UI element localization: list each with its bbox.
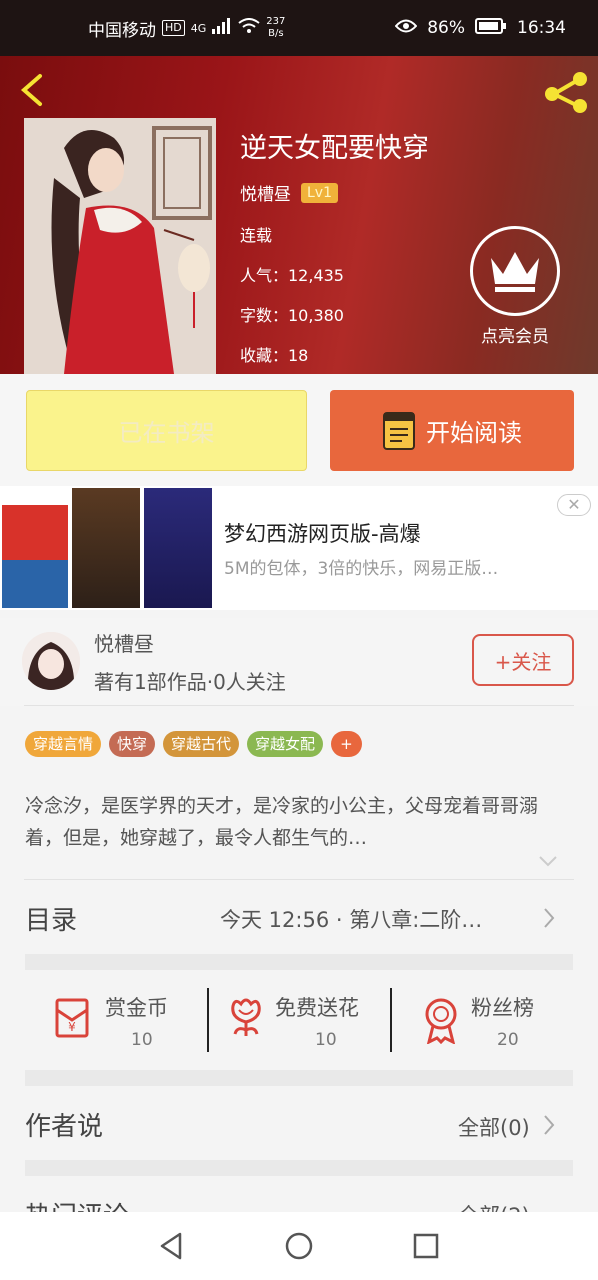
reward-count: 10 [315,1030,337,1050]
ad-image-2 [72,488,140,608]
popularity: 人气：12,435 [240,266,344,285]
reward-label: 免费送花 [275,996,359,1020]
ad-title: 梦幻西游网页版-高爆 [224,522,421,546]
reward-count: 10 [131,1030,153,1050]
tag-list: 穿越言情 快穿 穿越古代 穿越女配 + [25,731,362,757]
vip-label: 点亮会员 [481,327,549,347]
system-nav-bar [0,1212,598,1280]
book-title: 逆天女配要快穿 [240,133,429,164]
ad-image-1 [2,488,68,608]
net-speed: 237 B/s [266,16,286,39]
author-card: 悦槽昼 著有1部作品·0人关注 +关注 [0,618,598,706]
rewards-row: ¥ 赏金币 10 免费送花 10 粉丝榜 20 [25,986,573,1056]
ad-banner[interactable]: 梦幻西游网页版-高爆 5M的包体，3倍的快乐，网易正版… ✕ [0,486,598,610]
battery-icon [475,17,507,39]
latest-chapter: 今天 12:56 · 第八章:二阶… [220,908,483,932]
start-reading-button[interactable]: 开始阅读 [330,390,574,471]
status-bar: 中国移动 HD 4G 237 B/s 86% 16:34 [0,0,598,56]
signal-icon [212,17,232,39]
divider [24,705,574,706]
tag-item[interactable]: 穿越古代 [163,731,240,757]
reward-count: 20 [497,1030,519,1050]
add-tag-button[interactable]: + [331,731,362,757]
vip-button[interactable]: 点亮会员 [468,226,562,347]
level-badge: Lv1 [301,182,338,203]
divider [24,879,574,880]
share-icon [545,72,587,113]
flower-icon [231,998,261,1036]
section-separator [25,1070,573,1086]
in-shelf-label: 已在书架 [118,419,215,447]
section-separator [25,1160,573,1176]
synopsis: 冷念汐，是医学界的天才，是冷家的小公主，父母宠着哥哥溺着，但是，她穿越了，最令人… [25,795,539,849]
back-button[interactable] [14,70,50,110]
home-nav-icon[interactable] [285,1232,313,1260]
tag-item[interactable]: 快穿 [109,731,156,757]
author-card-name: 悦槽昼 [94,632,154,656]
clock: 16:34 [517,18,566,38]
action-bar: 已在书架 开始阅读 [0,374,598,486]
share-button[interactable] [540,68,592,116]
reward-flower[interactable]: 免费送花 10 [211,986,389,1056]
author-says-label: 作者说 [25,1112,104,1142]
reward-label: 粉丝榜 [471,996,534,1020]
favorites-count: 收藏：18 [240,346,309,365]
battery-percent: 86% [427,18,465,38]
reward-fans[interactable]: 粉丝榜 20 [395,986,573,1056]
chevron-right-icon [544,908,555,928]
book-cover[interactable] [24,118,216,374]
word-count: 字数：10,380 [240,306,344,325]
start-reading-label: 开始阅读 [426,419,522,447]
book-header: 逆天女配要快穿 悦槽昼 Lv1 连载 人气：12,435 字数：10,380 收… [0,56,598,374]
reward-label: 赏金币 [105,996,168,1020]
medal-icon [425,998,457,1044]
section-separator [25,954,573,970]
catalog-label: 目录 [25,906,78,936]
author-stats: 著有1部作品·0人关注 [94,670,286,694]
back-arrow-icon [20,74,42,106]
ad-close-button[interactable]: ✕ [557,494,591,516]
chevron-down-icon[interactable] [538,854,558,868]
red-envelope-icon: ¥ [55,998,89,1038]
cover-illustration [24,118,216,374]
ad-image-3 [144,488,212,608]
follow-button[interactable]: +关注 [472,634,574,686]
wifi-icon [238,17,260,39]
in-shelf-button[interactable]: 已在书架 [26,390,307,471]
svg-text:¥: ¥ [68,1020,76,1034]
book-icon [383,411,415,450]
divider [207,988,209,1052]
back-nav-icon[interactable] [158,1232,184,1260]
network-type: 4G [190,21,207,35]
carrier-label: 中国移动 [88,20,156,41]
crown-icon [470,226,560,316]
reward-coins[interactable]: ¥ 赏金币 10 [25,986,205,1056]
avatar[interactable] [22,632,80,690]
ad-description: 5M的包体，3倍的快乐，网易正版… [224,559,499,579]
chevron-right-icon [544,1115,555,1135]
book-status: 连载 [240,226,273,245]
tag-item[interactable]: 穿越言情 [25,731,102,757]
recents-nav-icon[interactable] [413,1233,439,1259]
author-name[interactable]: 悦槽昼 [240,180,291,205]
eye-icon [394,18,418,38]
author-line: 悦槽昼 Lv1 [240,180,338,205]
author-says-all-link: 全部(0) [458,1116,530,1140]
divider [390,988,392,1052]
hd-badge: HD [162,20,185,36]
tag-item[interactable]: 穿越女配 [247,731,324,757]
